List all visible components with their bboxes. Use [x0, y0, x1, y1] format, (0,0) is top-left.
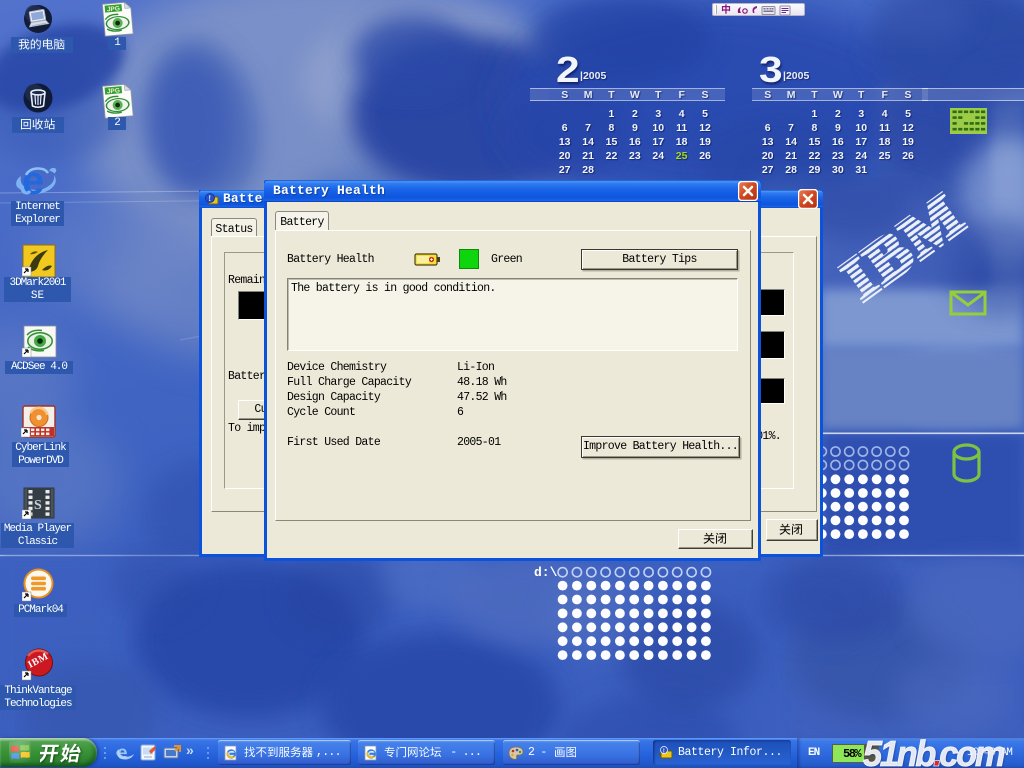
svg-text:»: » [186, 742, 194, 758]
svg-text:JPG: JPG [107, 5, 121, 13]
svg-text:JPG: JPG [107, 87, 121, 95]
svg-text:!: ! [208, 194, 211, 203]
svg-text:S: S [34, 498, 42, 513]
svg-text:!: ! [663, 747, 665, 754]
